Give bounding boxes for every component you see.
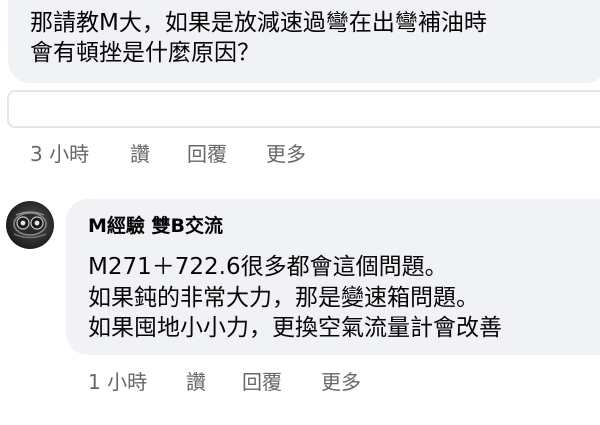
more-button[interactable]: 更多 bbox=[266, 138, 306, 167]
comment-actions: 1 小時 讚 回覆 更多 bbox=[88, 366, 361, 395]
more-button[interactable]: 更多 bbox=[321, 366, 361, 395]
comment-author[interactable]: M經驗 雙B交流 bbox=[88, 213, 223, 239]
comment-bubble: 那請教M大，如果是放減速過彎在出彎補油時 會有頓挫是什麼原因？ bbox=[8, 0, 600, 83]
avatar[interactable] bbox=[6, 201, 54, 249]
reply-button[interactable]: 回覆 bbox=[242, 366, 321, 395]
comment-text-line: 會有頓挫是什麼原因？ bbox=[30, 40, 260, 66]
comment-thread: 那請教M大，如果是放減速過彎在出彎補油時 會有頓挫是什麼原因？ 3 小時 讚 回… bbox=[0, 0, 600, 425]
reply-input[interactable] bbox=[7, 90, 600, 128]
comment-timestamp[interactable]: 1 小時 bbox=[88, 366, 186, 395]
like-button[interactable]: 讚 bbox=[130, 138, 187, 167]
comment-timestamp[interactable]: 3 小時 bbox=[30, 138, 130, 167]
comment-actions: 3 小時 讚 回覆 更多 bbox=[30, 138, 306, 167]
car-headlight-avatar-icon bbox=[13, 211, 47, 239]
comment-text-line: 那請教M大，如果是放減速過彎在出彎補油時 bbox=[30, 10, 487, 36]
comment-text-line: 如果囤地小小力，更換空氣流量計會改善 bbox=[88, 315, 502, 341]
comment-text-line: 如果鈍的非常大力，那是變速箱問題。 bbox=[88, 285, 479, 311]
comment-text-line: M271＋722.6很多都會這個問題。 bbox=[88, 254, 448, 280]
reply-button[interactable]: 回覆 bbox=[187, 138, 266, 167]
like-button[interactable]: 讚 bbox=[186, 366, 242, 395]
comment-bubble: M經驗 雙B交流 M271＋722.6很多都會這個問題。 如果鈍的非常大力，那是… bbox=[66, 199, 600, 355]
